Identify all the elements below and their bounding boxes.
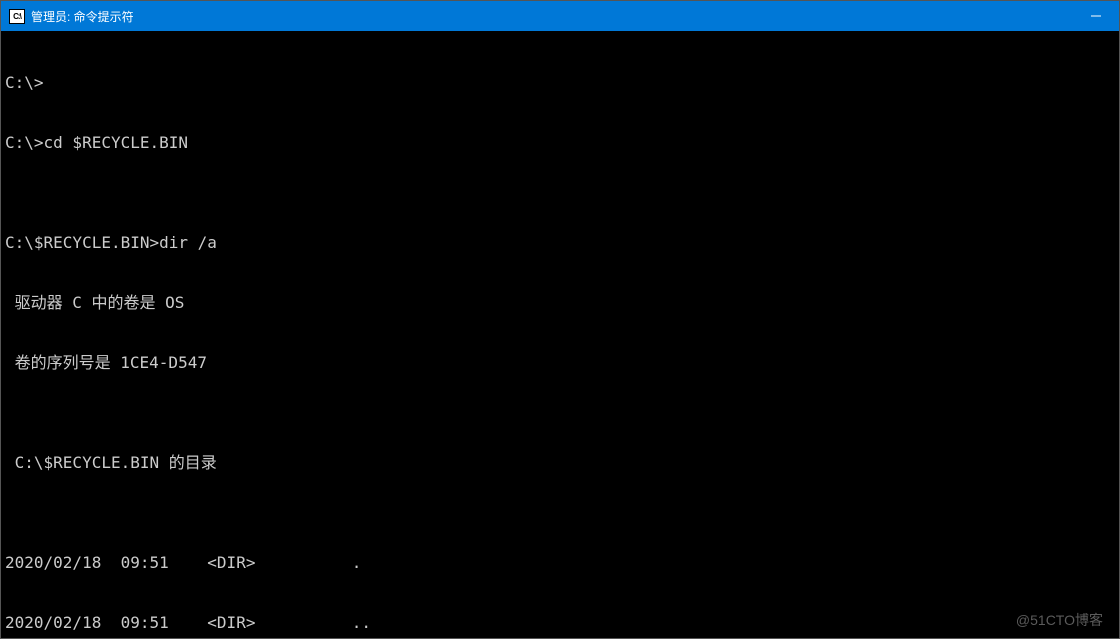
window-title: 管理员: 命令提示符 xyxy=(31,8,134,25)
terminal-line: 卷的序列号是 1CE4-D547 xyxy=(5,353,1115,373)
titlebar-controls xyxy=(1073,1,1119,31)
titlebar-left: C:\ 管理员: 命令提示符 xyxy=(1,8,134,25)
titlebar[interactable]: C:\ 管理员: 命令提示符 xyxy=(1,1,1119,31)
minimize-icon xyxy=(1091,11,1101,21)
cmd-icon: C:\ xyxy=(9,9,25,24)
terminal-area[interactable]: C:\> C:\>cd $RECYCLE.BIN C:\$RECYCLE.BIN… xyxy=(1,31,1119,638)
terminal-line: 驱动器 C 中的卷是 OS xyxy=(5,293,1115,313)
terminal-line: C:\$RECYCLE.BIN>dir /a xyxy=(5,233,1115,253)
terminal-line: 2020/02/18 09:51 <DIR> . xyxy=(5,553,1115,573)
minimize-button[interactable] xyxy=(1073,1,1119,31)
terminal-line: C:\>cd $RECYCLE.BIN xyxy=(5,133,1115,153)
command-prompt-window: C:\ 管理员: 命令提示符 C:\> C:\>cd $RECYCLE.BIN … xyxy=(0,0,1120,639)
terminal-line: C:\> xyxy=(5,73,1115,93)
terminal-line: C:\$RECYCLE.BIN 的目录 xyxy=(5,453,1115,473)
terminal-line: 2020/02/18 09:51 <DIR> .. xyxy=(5,613,1115,633)
